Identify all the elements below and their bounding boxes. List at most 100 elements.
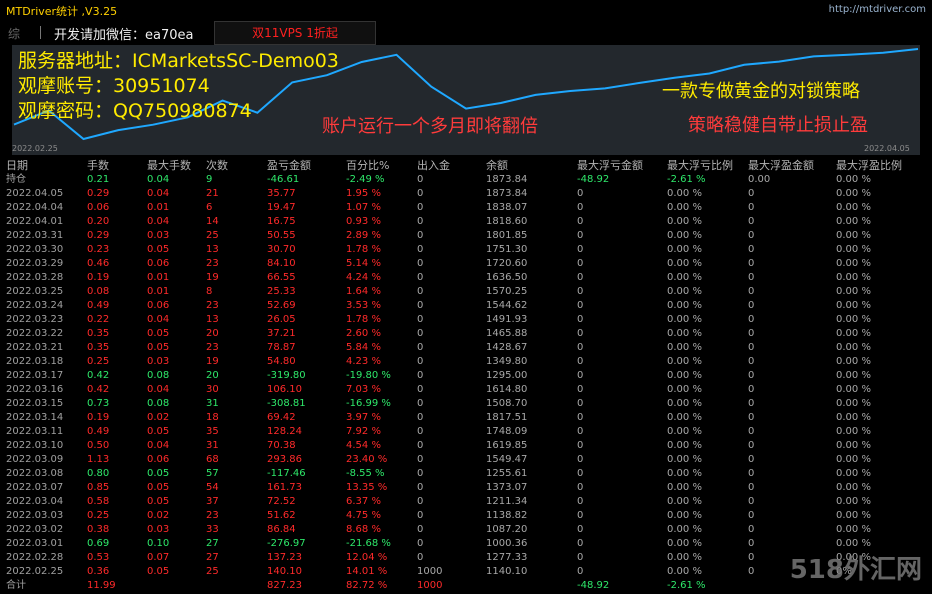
- cell-5: 4.24 %: [346, 272, 381, 283]
- cell-6: 0: [417, 552, 424, 563]
- cell-4: -319.80: [267, 370, 306, 381]
- cell-6: 出入金: [417, 159, 450, 172]
- cell-9: 0.00 %: [667, 272, 702, 283]
- cell-1: 0.25: [87, 510, 110, 521]
- cell-1: 0.06: [87, 202, 110, 213]
- table-row: 2022.03.25 0.08 0.01 8 25.33 1.64 % 0 1570.25 0 0…: [6, 285, 932, 299]
- cell-1: 0.69: [87, 538, 110, 549]
- toolbar-divider: [40, 26, 41, 39]
- cell-4: 54.80: [267, 356, 296, 367]
- cell-4: 78.87: [267, 342, 296, 353]
- observer-password: 观摩密码：QQ750980874: [18, 100, 252, 122]
- cell-7: 1873.84: [486, 174, 528, 185]
- cell-11: 0.00 %: [836, 258, 871, 269]
- cell-7: 1000.36: [486, 538, 528, 549]
- toolbar: 综 开发请加微信：ea70ea: [0, 20, 932, 45]
- table-row: 2022.03.11 0.49 0.05 35 128.24 7.92 % 0 1748.09…: [6, 425, 932, 439]
- cell-2: 0.04: [147, 188, 170, 199]
- cell-8: 0: [577, 538, 584, 549]
- promo-button[interactable]: 双11VPS 1折起: [214, 21, 376, 45]
- cell-3: 35: [206, 426, 219, 437]
- cell-6: 0: [417, 510, 424, 521]
- cell-2: 0.05: [147, 244, 170, 255]
- cell-8: 0: [577, 510, 584, 521]
- cell-6: 0: [417, 286, 424, 297]
- cell-8: 0: [577, 440, 584, 451]
- cell-10: 0: [748, 230, 755, 241]
- cell-3: 19: [206, 356, 219, 367]
- chart-end-date: 2022.04.05: [864, 144, 910, 153]
- cell-8: 0: [577, 384, 584, 395]
- cell-2: 0.04: [147, 174, 170, 185]
- table-row: 2022.03.08 0.80 0.05 57 -117.46 -8.55 % 0 1255.…: [6, 467, 932, 481]
- cell-1: 手数: [87, 159, 109, 172]
- cell-8: 0: [577, 468, 584, 479]
- cell-3: 30: [206, 384, 219, 395]
- cell-7: 1544.62: [486, 300, 528, 311]
- cell-9: 0.00 %: [667, 342, 702, 353]
- observer-account: 观摩账号：30951074: [18, 75, 210, 97]
- cell-5: 7.03 %: [346, 384, 381, 395]
- cell-3: 20: [206, 370, 219, 381]
- cell-3: 19: [206, 272, 219, 283]
- cell-8: 0: [577, 272, 584, 283]
- cell-9: 0.00 %: [667, 286, 702, 297]
- cell-0: 2022.02.25: [6, 566, 64, 577]
- cell-11: 0.00 %: [836, 468, 871, 479]
- cell-0: 2022.03.16: [6, 384, 64, 395]
- cell-8: 0: [577, 454, 584, 465]
- cell-8: 0: [577, 188, 584, 199]
- cell-11: 0.00 %: [836, 524, 871, 535]
- cell-3: 23: [206, 258, 219, 269]
- cell-0: 2022.03.28: [6, 272, 64, 283]
- cell-6: 0: [417, 370, 424, 381]
- cell-6: 0: [417, 342, 424, 353]
- table-row: 2022.03.03 0.25 0.02 23 51.62 4.75 % 0 1138.82 0…: [6, 509, 932, 523]
- cell-5: 8.68 %: [346, 524, 381, 535]
- cell-7: 1508.70: [486, 398, 528, 409]
- cell-1: 0.46: [87, 258, 110, 269]
- cell-5: 7.92 %: [346, 426, 381, 437]
- cell-4: 86.84: [267, 524, 296, 535]
- cell-1: 0.49: [87, 300, 110, 311]
- cell-10: 0: [748, 482, 755, 493]
- cell-1: 0.19: [87, 412, 110, 423]
- cell-7: 1138.82: [486, 510, 528, 521]
- stats-table: 日期 手数 最大手数 次数 盈亏金额 百分比% 出入金 余额 最大浮亏金额 最大浮亏比例 最大浮盈金…: [6, 159, 932, 593]
- cell-7: 1636.50: [486, 272, 528, 283]
- summary-tab[interactable]: 综: [8, 25, 20, 42]
- cell-9: 0.00 %: [667, 328, 702, 339]
- cell-6: 0: [417, 314, 424, 325]
- cell-0: 2022.04.05: [6, 188, 64, 199]
- cell-9: 0.00 %: [667, 482, 702, 493]
- cell-0: 2022.03.23: [6, 314, 64, 325]
- cell-0: 2022.03.08: [6, 468, 64, 479]
- cell-7: 1748.09: [486, 426, 528, 437]
- cell-10: 0: [748, 188, 755, 199]
- cell-4: 25.33: [267, 286, 296, 297]
- cell-9: 0.00 %: [667, 314, 702, 325]
- cell-11: 0.00 %: [836, 356, 871, 367]
- watermark: 518外汇网: [789, 555, 922, 585]
- website-link[interactable]: http://mtdriver.com: [829, 4, 926, 15]
- cell-4: 52.69: [267, 300, 296, 311]
- cell-2: 0.05: [147, 496, 170, 507]
- cell-6: 0: [417, 524, 424, 535]
- cell-7: 1428.67: [486, 342, 528, 353]
- window-title: MTDriver统计 ,V3.25: [6, 5, 118, 18]
- cell-4: 50.55: [267, 230, 296, 241]
- cell-3: 13: [206, 314, 219, 325]
- totals-cell: 合计: [6, 580, 26, 591]
- cell-11: 0.00 %: [836, 216, 871, 227]
- cell-10: 0: [748, 454, 755, 465]
- cell-10: 0: [748, 286, 755, 297]
- cell-10: 0: [748, 524, 755, 535]
- cell-8: -48.92: [577, 174, 610, 185]
- cell-6: 0: [417, 440, 424, 451]
- totals-cell: -48.92: [577, 580, 610, 591]
- cell-2: 0.05: [147, 342, 170, 353]
- cell-6: 0: [417, 482, 424, 493]
- table-row: 2022.03.04 0.58 0.05 37 72.52 6.37 % 0 1211.34 0…: [6, 495, 932, 509]
- cell-9: 0.00 %: [667, 566, 702, 577]
- cell-0: 2022.03.31: [6, 230, 64, 241]
